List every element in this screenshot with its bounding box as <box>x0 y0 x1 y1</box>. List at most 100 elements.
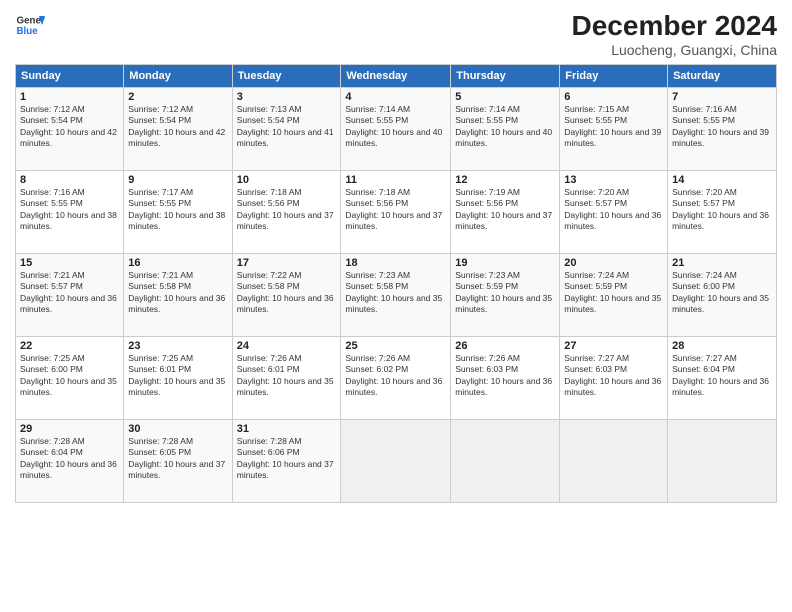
day-number: 26 <box>455 340 555 352</box>
day-number: 30 <box>128 423 227 435</box>
header-thursday: Thursday <box>451 65 560 88</box>
day-cell-empty <box>451 420 560 503</box>
day-number: 11 <box>345 174 446 186</box>
logo-icon: General Blue <box>15 10 45 40</box>
svg-text:Blue: Blue <box>17 26 39 37</box>
day-info: Sunrise: 7:24 AM Sunset: 6:00 PM Dayligh… <box>672 270 772 316</box>
day-info: Sunrise: 7:17 AM Sunset: 5:55 PM Dayligh… <box>128 187 227 233</box>
week-row-5: 29 Sunrise: 7:28 AM Sunset: 6:04 PM Dayl… <box>16 420 777 503</box>
weekday-header-row: Sunday Monday Tuesday Wednesday Thursday… <box>16 65 777 88</box>
day-info: Sunrise: 7:21 AM Sunset: 5:58 PM Dayligh… <box>128 270 227 316</box>
day-cell-3: 3 Sunrise: 7:13 AM Sunset: 5:54 PM Dayli… <box>232 88 341 171</box>
day-cell-21: 21 Sunrise: 7:24 AM Sunset: 6:00 PM Dayl… <box>668 254 777 337</box>
day-info: Sunrise: 7:14 AM Sunset: 5:55 PM Dayligh… <box>345 104 446 150</box>
day-number: 2 <box>128 91 227 103</box>
subtitle: Luocheng, Guangxi, China <box>572 42 777 58</box>
day-info: Sunrise: 7:25 AM Sunset: 6:01 PM Dayligh… <box>128 353 227 399</box>
day-number: 21 <box>672 257 772 269</box>
day-info: Sunrise: 7:28 AM Sunset: 6:06 PM Dayligh… <box>237 436 337 482</box>
day-cell-31: 31 Sunrise: 7:28 AM Sunset: 6:06 PM Dayl… <box>232 420 341 503</box>
day-cell-empty <box>560 420 668 503</box>
day-cell-19: 19 Sunrise: 7:23 AM Sunset: 5:59 PM Dayl… <box>451 254 560 337</box>
day-info: Sunrise: 7:13 AM Sunset: 5:54 PM Dayligh… <box>237 104 337 150</box>
day-number: 6 <box>564 91 663 103</box>
day-info: Sunrise: 7:26 AM Sunset: 6:03 PM Dayligh… <box>455 353 555 399</box>
day-info: Sunrise: 7:12 AM Sunset: 5:54 PM Dayligh… <box>128 104 227 150</box>
day-cell-16: 16 Sunrise: 7:21 AM Sunset: 5:58 PM Dayl… <box>124 254 232 337</box>
day-cell-23: 23 Sunrise: 7:25 AM Sunset: 6:01 PM Dayl… <box>124 337 232 420</box>
day-number: 4 <box>345 91 446 103</box>
day-cell-10: 10 Sunrise: 7:18 AM Sunset: 5:56 PM Dayl… <box>232 171 341 254</box>
day-number: 3 <box>237 91 337 103</box>
day-cell-14: 14 Sunrise: 7:20 AM Sunset: 5:57 PM Dayl… <box>668 171 777 254</box>
day-info: Sunrise: 7:23 AM Sunset: 5:58 PM Dayligh… <box>345 270 446 316</box>
day-number: 7 <box>672 91 772 103</box>
day-cell-28: 28 Sunrise: 7:27 AM Sunset: 6:04 PM Dayl… <box>668 337 777 420</box>
day-info: Sunrise: 7:27 AM Sunset: 6:03 PM Dayligh… <box>564 353 663 399</box>
day-info: Sunrise: 7:18 AM Sunset: 5:56 PM Dayligh… <box>237 187 337 233</box>
main-title: December 2024 <box>572 10 777 42</box>
day-info: Sunrise: 7:15 AM Sunset: 5:55 PM Dayligh… <box>564 104 663 150</box>
day-number: 31 <box>237 423 337 435</box>
day-info: Sunrise: 7:22 AM Sunset: 5:58 PM Dayligh… <box>237 270 337 316</box>
header-wednesday: Wednesday <box>341 65 451 88</box>
day-cell-4: 4 Sunrise: 7:14 AM Sunset: 5:55 PM Dayli… <box>341 88 451 171</box>
day-number: 28 <box>672 340 772 352</box>
day-info: Sunrise: 7:14 AM Sunset: 5:55 PM Dayligh… <box>455 104 555 150</box>
day-number: 20 <box>564 257 663 269</box>
day-number: 27 <box>564 340 663 352</box>
day-number: 13 <box>564 174 663 186</box>
day-cell-13: 13 Sunrise: 7:20 AM Sunset: 5:57 PM Dayl… <box>560 171 668 254</box>
day-info: Sunrise: 7:20 AM Sunset: 5:57 PM Dayligh… <box>564 187 663 233</box>
day-cell-15: 15 Sunrise: 7:21 AM Sunset: 5:57 PM Dayl… <box>16 254 124 337</box>
week-row-3: 15 Sunrise: 7:21 AM Sunset: 5:57 PM Dayl… <box>16 254 777 337</box>
day-number: 25 <box>345 340 446 352</box>
day-number: 9 <box>128 174 227 186</box>
day-cell-27: 27 Sunrise: 7:27 AM Sunset: 6:03 PM Dayl… <box>560 337 668 420</box>
day-info: Sunrise: 7:28 AM Sunset: 6:05 PM Dayligh… <box>128 436 227 482</box>
day-number: 17 <box>237 257 337 269</box>
day-cell-25: 25 Sunrise: 7:26 AM Sunset: 6:02 PM Dayl… <box>341 337 451 420</box>
day-number: 8 <box>20 174 119 186</box>
day-info: Sunrise: 7:16 AM Sunset: 5:55 PM Dayligh… <box>672 104 772 150</box>
day-cell-6: 6 Sunrise: 7:15 AM Sunset: 5:55 PM Dayli… <box>560 88 668 171</box>
logo: General Blue <box>15 10 45 40</box>
day-info: Sunrise: 7:18 AM Sunset: 5:56 PM Dayligh… <box>345 187 446 233</box>
week-row-4: 22 Sunrise: 7:25 AM Sunset: 6:00 PM Dayl… <box>16 337 777 420</box>
calendar: Sunday Monday Tuesday Wednesday Thursday… <box>15 64 777 503</box>
day-cell-5: 5 Sunrise: 7:14 AM Sunset: 5:55 PM Dayli… <box>451 88 560 171</box>
header-monday: Monday <box>124 65 232 88</box>
day-number: 12 <box>455 174 555 186</box>
day-info: Sunrise: 7:24 AM Sunset: 5:59 PM Dayligh… <box>564 270 663 316</box>
day-info: Sunrise: 7:26 AM Sunset: 6:01 PM Dayligh… <box>237 353 337 399</box>
day-info: Sunrise: 7:19 AM Sunset: 5:56 PM Dayligh… <box>455 187 555 233</box>
header-sunday: Sunday <box>16 65 124 88</box>
day-cell-8: 8 Sunrise: 7:16 AM Sunset: 5:55 PM Dayli… <box>16 171 124 254</box>
day-cell-18: 18 Sunrise: 7:23 AM Sunset: 5:58 PM Dayl… <box>341 254 451 337</box>
week-row-1: 1 Sunrise: 7:12 AM Sunset: 5:54 PM Dayli… <box>16 88 777 171</box>
title-block: December 2024 Luocheng, Guangxi, China <box>572 10 777 58</box>
day-info: Sunrise: 7:21 AM Sunset: 5:57 PM Dayligh… <box>20 270 119 316</box>
day-cell-11: 11 Sunrise: 7:18 AM Sunset: 5:56 PM Dayl… <box>341 171 451 254</box>
day-number: 14 <box>672 174 772 186</box>
day-info: Sunrise: 7:27 AM Sunset: 6:04 PM Dayligh… <box>672 353 772 399</box>
day-info: Sunrise: 7:28 AM Sunset: 6:04 PM Dayligh… <box>20 436 119 482</box>
day-number: 29 <box>20 423 119 435</box>
day-cell-29: 29 Sunrise: 7:28 AM Sunset: 6:04 PM Dayl… <box>16 420 124 503</box>
day-number: 18 <box>345 257 446 269</box>
day-cell-7: 7 Sunrise: 7:16 AM Sunset: 5:55 PM Dayli… <box>668 88 777 171</box>
day-cell-22: 22 Sunrise: 7:25 AM Sunset: 6:00 PM Dayl… <box>16 337 124 420</box>
page: General Blue December 2024 Luocheng, Gua… <box>0 0 792 612</box>
calendar-body: 1 Sunrise: 7:12 AM Sunset: 5:54 PM Dayli… <box>16 88 777 503</box>
day-cell-empty <box>668 420 777 503</box>
day-number: 15 <box>20 257 119 269</box>
day-info: Sunrise: 7:12 AM Sunset: 5:54 PM Dayligh… <box>20 104 119 150</box>
day-info: Sunrise: 7:20 AM Sunset: 5:57 PM Dayligh… <box>672 187 772 233</box>
day-number: 10 <box>237 174 337 186</box>
day-cell-empty <box>341 420 451 503</box>
day-cell-20: 20 Sunrise: 7:24 AM Sunset: 5:59 PM Dayl… <box>560 254 668 337</box>
day-cell-24: 24 Sunrise: 7:26 AM Sunset: 6:01 PM Dayl… <box>232 337 341 420</box>
day-info: Sunrise: 7:25 AM Sunset: 6:00 PM Dayligh… <box>20 353 119 399</box>
day-cell-2: 2 Sunrise: 7:12 AM Sunset: 5:54 PM Dayli… <box>124 88 232 171</box>
day-info: Sunrise: 7:26 AM Sunset: 6:02 PM Dayligh… <box>345 353 446 399</box>
